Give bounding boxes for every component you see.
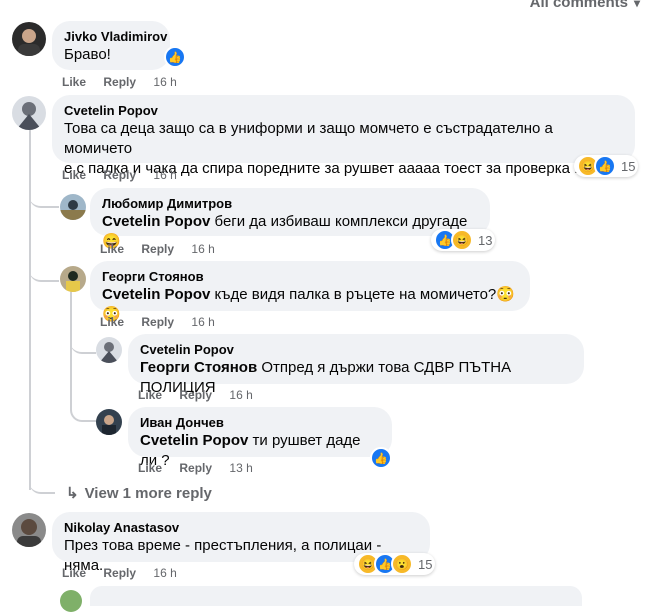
reply-button[interactable]: Reply [141,315,174,329]
like-button[interactable]: Like [138,461,162,475]
comment-text: Браво! [64,46,111,63]
mention-link[interactable]: Георги Стоянов [140,359,257,376]
avatar[interactable] [60,266,86,292]
all-comments-filter[interactable]: All comments [530,0,640,11]
reply-button[interactable]: Reply [141,242,174,256]
comment-author[interactable]: Иван Дончев [140,415,380,431]
like-button[interactable]: Like [100,315,124,329]
like-button[interactable]: Like [62,75,86,89]
like-reaction-icon: 👍 [164,46,186,68]
thread-connector [29,190,59,208]
comment-actions: Like Reply 16 h [62,566,191,580]
avatar[interactable] [96,337,122,363]
reaction-summary[interactable]: 😆 👍 15 [574,155,639,177]
view-more-label: View 1 more reply [84,485,212,502]
reply-button[interactable]: Reply [179,461,212,475]
comment-bubble: Георги Стоянов Cvetelin Popov къде видя … [90,261,530,323]
like-button[interactable]: Like [62,168,86,182]
reaction-count: 15 [418,556,433,572]
comment-author[interactable]: Jivko Vladimirov [64,29,167,45]
like-button[interactable]: Like [62,566,86,580]
avatar[interactable] [12,22,46,56]
comment-bubble: Cvetelin Popov Георги Стоянов Отпред я д… [128,334,584,396]
comment-bubble: Иван Дончев Cvetelin Popov ти рушвет дад… [128,407,392,469]
avatar[interactable] [12,513,46,547]
like-button[interactable]: Like [100,242,124,256]
thread-connector [29,264,59,282]
comment-actions: Like Reply 16 h [100,315,229,329]
comment-bubble: Jivko Vladimirov Браво! [52,21,170,70]
comment-actions: Like Reply 16 h [100,242,229,256]
comment-actions: Like Reply 16 h [62,75,191,89]
comment-text-line: Това са деца защо са в униформи и защо м… [64,120,553,157]
reply-button[interactable]: Reply [103,566,136,580]
comment-author[interactable]: Любомир Димитров [102,196,478,212]
thread-connector [70,336,96,354]
mention-link[interactable]: Cvetelin Popov [140,432,248,449]
comment-timestamp[interactable]: 16 h [153,168,176,182]
thread-connector [70,404,98,422]
mention-link[interactable]: Cvetelin Popov [102,286,210,303]
reply-button[interactable]: Reply [103,168,136,182]
comment-author[interactable]: Cvetelin Popov [64,103,623,119]
comment-bubble: Cvetelin Popov Това са деца защо са в ун… [52,95,635,177]
comment-timestamp[interactable]: 13 h [229,461,252,475]
reaction-count: 15 [621,158,636,174]
like-reaction-icon: 👍 [594,155,616,177]
reaction-summary[interactable]: 👍 😆 13 [431,229,496,251]
comment-author[interactable]: Cvetelin Popov [140,342,572,358]
comment-bubble: Любомир Димитров Cvetelin Popov беги да … [90,188,490,250]
comment-timestamp[interactable]: 16 h [229,388,252,402]
haha-reaction-icon: 😆 [451,229,473,251]
reaction-summary[interactable]: 👍 [164,46,186,68]
reaction-count: 13 [478,232,493,248]
like-reaction-icon: 👍 [370,447,392,469]
comment-timestamp[interactable]: 16 h [153,75,176,89]
reaction-summary[interactable]: 👍 [370,447,392,469]
comment-timestamp[interactable]: 16 h [191,242,214,256]
thread-line [70,292,72,410]
thread-connector [29,476,55,494]
comment-timestamp[interactable]: 16 h [191,315,214,329]
comment-timestamp[interactable]: 16 h [153,566,176,580]
avatar[interactable] [60,590,82,612]
comment-bubble [90,586,582,606]
wow-reaction-icon: 😮 [391,553,413,575]
comment-author[interactable]: Георги Стоянов [102,269,518,285]
comment-actions: Like Reply 16 h [62,168,191,182]
comment-actions: Like Reply 16 h [138,388,267,402]
avatar[interactable] [96,409,122,435]
comment-author[interactable]: Nikolay Anastasov [64,520,418,536]
reply-button[interactable]: Reply [103,75,136,89]
avatar[interactable] [60,194,86,220]
comment-actions: Like Reply 13 h [138,461,267,475]
mention-link[interactable]: Cvetelin Popov [102,213,210,230]
thread-line [29,130,31,490]
reply-arrow-icon: ↳ [66,485,79,502]
avatar[interactable] [12,96,46,130]
reaction-summary[interactable]: 😆 👍 😮 15 [354,553,436,575]
reply-button[interactable]: Reply [179,388,212,402]
like-button[interactable]: Like [138,388,162,402]
view-more-replies-link[interactable]: ↳ View 1 more reply [66,484,212,502]
